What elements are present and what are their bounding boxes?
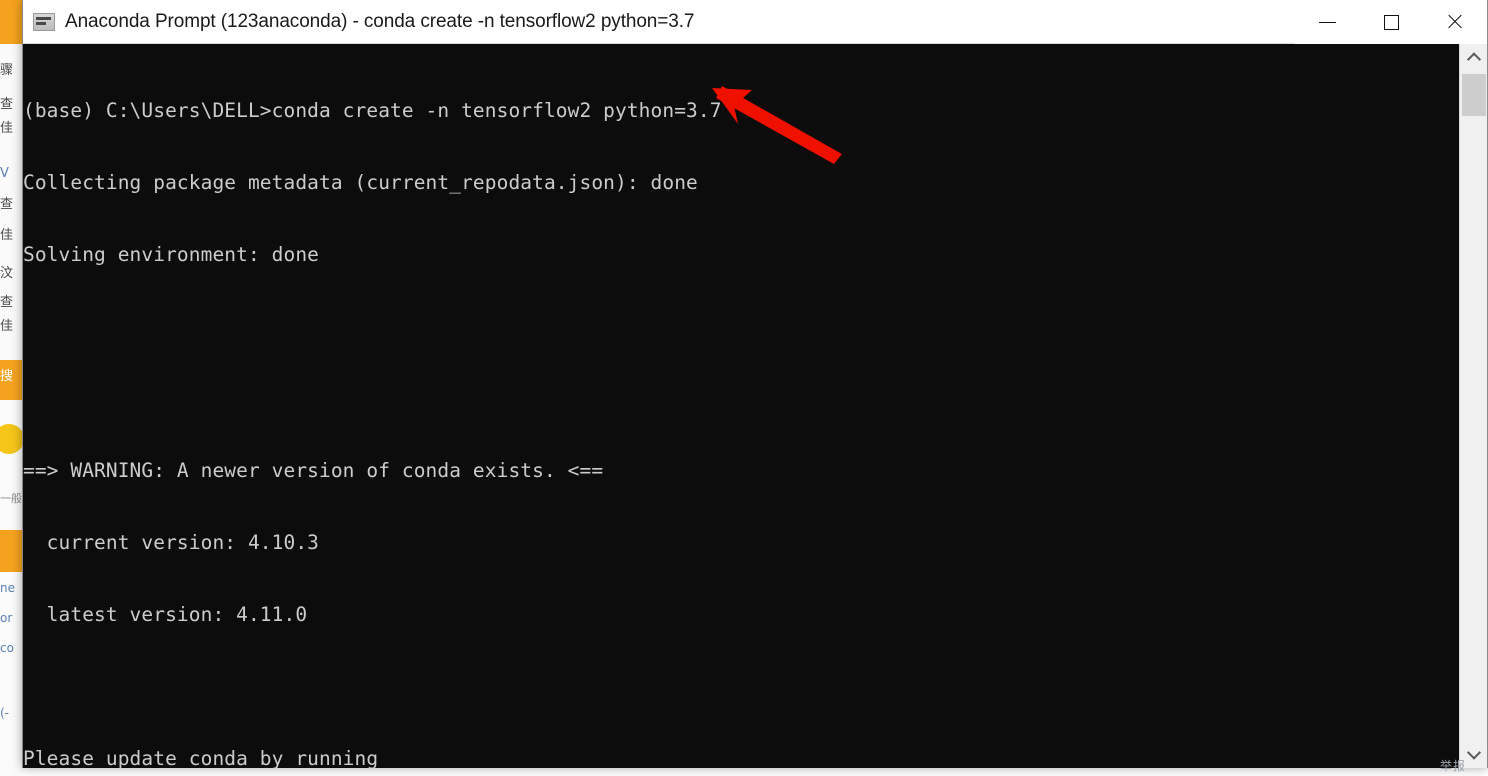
scrollbar-thumb[interactable] (1462, 74, 1486, 116)
background-text-line: 查 (0, 197, 14, 212)
window-title: Anaconda Prompt (123anaconda) - conda cr… (65, 10, 695, 32)
console-icon (33, 12, 55, 31)
background-text-line: 佳 (0, 121, 14, 136)
console-body[interactable]: (base) C:\Users\DELL>conda create -n ten… (23, 44, 1487, 768)
background-text-line: 查 (0, 97, 14, 112)
background-text-line: 佳 (0, 228, 14, 243)
close-button[interactable] (1423, 0, 1487, 44)
terminal-line: latest version: 4.11.0 (23, 603, 308, 626)
terminal-line: Solving environment: done (23, 243, 319, 266)
background-content-2 (0, 400, 24, 530)
background-text-line: 骤 (0, 63, 14, 78)
chevron-up-icon (1466, 52, 1482, 67)
terminal-line: (base) C:\Users\DELL>conda create -n ten… (23, 99, 722, 122)
terminal-output: (base) C:\Users\DELL>conda create -n ten… (23, 44, 1459, 768)
background-page: 骤 查 佳 V 查 佳 汶 查 佳 搜 一般 ne or co (- (0, 0, 24, 776)
anaconda-prompt-window: Anaconda Prompt (123anaconda) - conda cr… (22, 0, 1488, 768)
background-text-line: 查 (0, 295, 14, 310)
terminal-line: Please update conda by running (23, 747, 379, 768)
minimize-icon (1318, 21, 1336, 23)
terminal-line: ==> WARNING: A newer version of conda ex… (23, 459, 604, 482)
background-text-line: 佳 (0, 319, 14, 334)
background-block-label: 一般 (0, 492, 22, 505)
background-text-line: ne (0, 581, 15, 595)
minimize-button[interactable] (1295, 0, 1359, 44)
background-text-line: co (0, 641, 14, 655)
background-accent-bar-1 (0, 0, 24, 44)
report-label[interactable]: 举报 (1440, 757, 1466, 774)
terminal-line: current version: 4.10.3 (23, 531, 319, 554)
terminal-line: Collecting package metadata (current_rep… (23, 171, 698, 194)
background-text-line: 汶 (0, 266, 14, 281)
background-accent-bar-3 (0, 530, 24, 572)
close-icon (1446, 13, 1464, 31)
maximize-icon (1383, 14, 1399, 30)
background-block-label: 搜 (0, 369, 14, 384)
chevron-down-icon (1466, 745, 1482, 760)
maximize-button[interactable] (1359, 0, 1423, 44)
window-controls (1295, 0, 1487, 44)
vertical-scrollbar[interactable] (1459, 44, 1487, 768)
background-text-line: or (0, 611, 13, 625)
background-text-line: (- (0, 706, 10, 720)
scroll-up-button[interactable] (1460, 44, 1487, 72)
background-text-line: V (0, 166, 9, 181)
screen: 骤 查 佳 V 查 佳 汶 查 佳 搜 一般 ne or co (- Anaco… (0, 0, 1488, 776)
title-bar[interactable]: Anaconda Prompt (123anaconda) - conda cr… (23, 0, 1487, 44)
background-content-3 (0, 572, 24, 776)
